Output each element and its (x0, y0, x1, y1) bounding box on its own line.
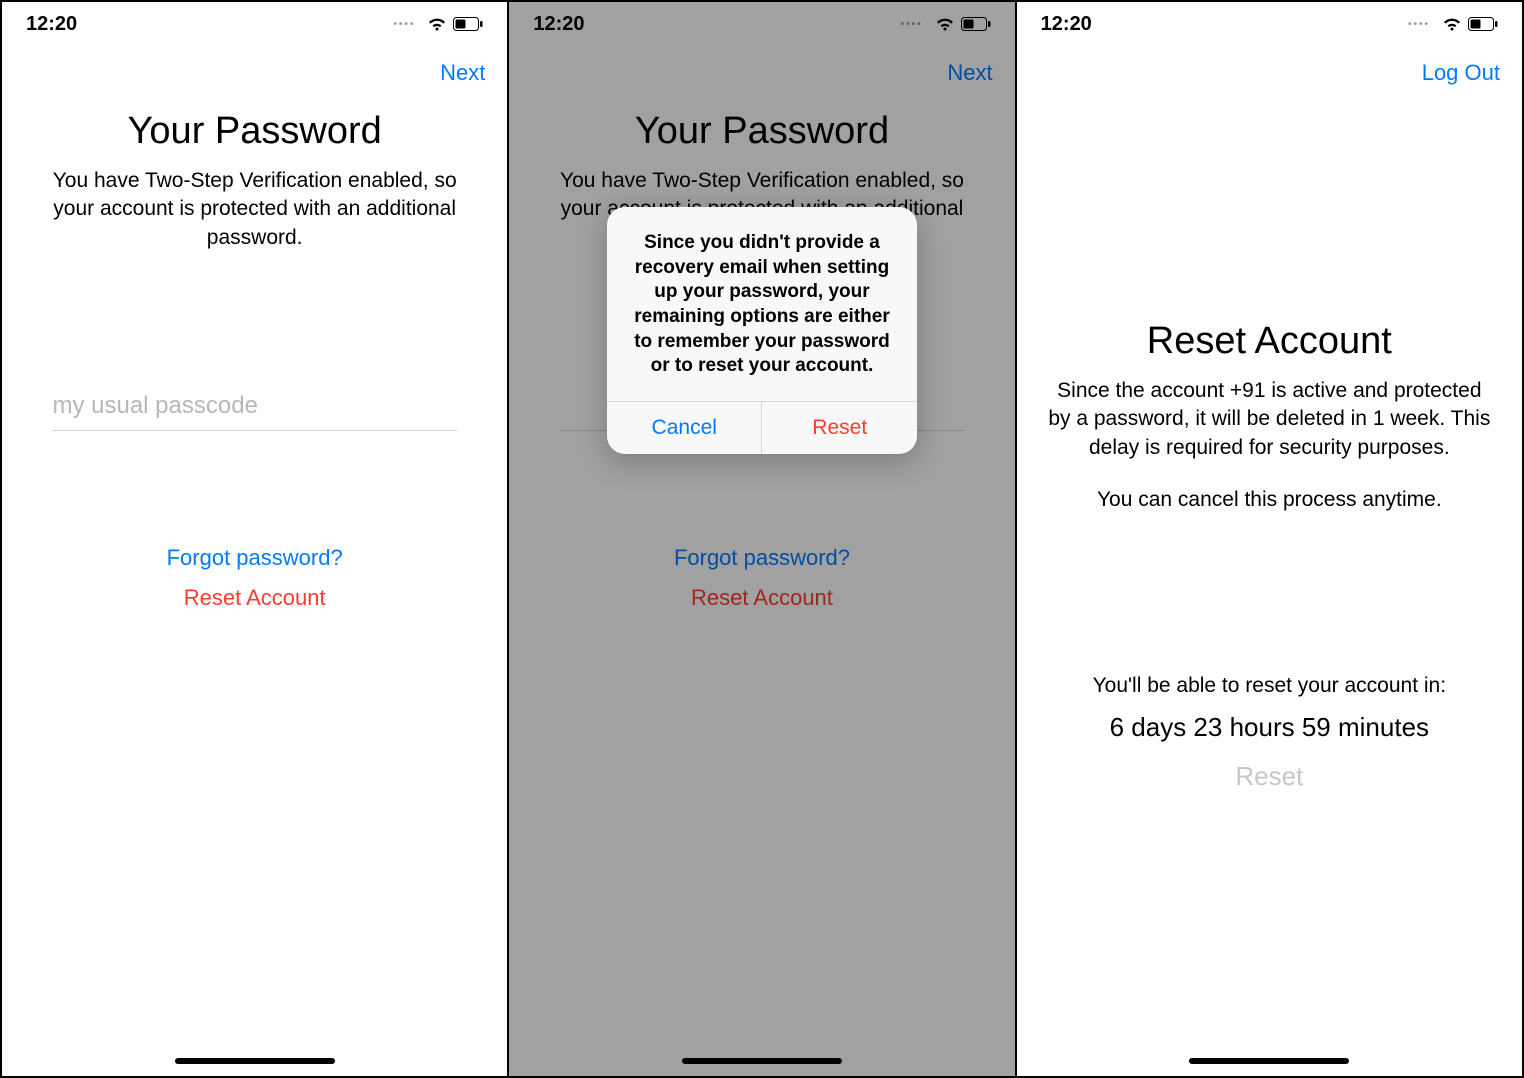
battery-icon (1468, 17, 1498, 31)
battery-icon (453, 17, 483, 31)
cancel-button[interactable]: Cancel (607, 402, 762, 454)
cellular-dots-icon: •••• (1408, 19, 1430, 30)
page-title: Your Password (30, 110, 479, 153)
home-indicator[interactable] (1189, 1058, 1349, 1064)
wifi-icon (427, 17, 447, 32)
password-input[interactable] (52, 382, 456, 431)
content: Your Password You have Two-Step Verifica… (2, 110, 507, 611)
screen-password-alert: 12:20 •••• Next Your Password You have T… (509, 0, 1016, 1078)
page-subtitle: You have Two-Step Verification enabled, … (30, 167, 479, 252)
status-time: 12:20 (26, 13, 255, 36)
countdown-label: You'll be able to reset your account in: (1045, 674, 1494, 698)
alert-buttons: Cancel Reset (607, 401, 917, 454)
page-title: Reset Account (1045, 320, 1494, 363)
account-info: Since the account +91 is active and prot… (1045, 377, 1494, 462)
reset-account-link[interactable]: Reset Account (30, 585, 479, 611)
modal-overlay: Since you didn't provide a recovery emai… (509, 2, 1014, 1076)
alert-message: Since you didn't provide a recovery emai… (607, 207, 917, 401)
reset-button[interactable]: Reset (761, 402, 917, 454)
countdown-value: 6 days 23 hours 59 minutes (1045, 712, 1494, 743)
nav-bar: Next (2, 46, 507, 100)
home-indicator[interactable] (175, 1058, 335, 1064)
status-time: 12:20 (1041, 13, 1270, 36)
status-bar: 12:20 •••• (1017, 2, 1522, 46)
content: Reset Account Since the account +91 is a… (1017, 320, 1522, 792)
cellular-dots-icon: •••• (393, 19, 415, 30)
screen-password: 12:20 •••• Next Your Password You have T… (0, 0, 509, 1078)
screen-reset-account: 12:20 •••• Log Out Reset Account Since t… (1017, 0, 1524, 1078)
status-bar: 12:20 •••• (2, 2, 507, 46)
forgot-password-link[interactable]: Forgot password? (30, 545, 479, 571)
cancel-note: You can cancel this process anytime. (1045, 486, 1494, 514)
logout-button[interactable]: Log Out (1422, 60, 1500, 86)
next-button[interactable]: Next (440, 60, 485, 86)
nav-bar: Log Out (1017, 46, 1522, 100)
wifi-icon (1442, 17, 1462, 32)
reset-button-disabled: Reset (1045, 761, 1494, 792)
alert-dialog: Since you didn't provide a recovery emai… (607, 207, 917, 454)
